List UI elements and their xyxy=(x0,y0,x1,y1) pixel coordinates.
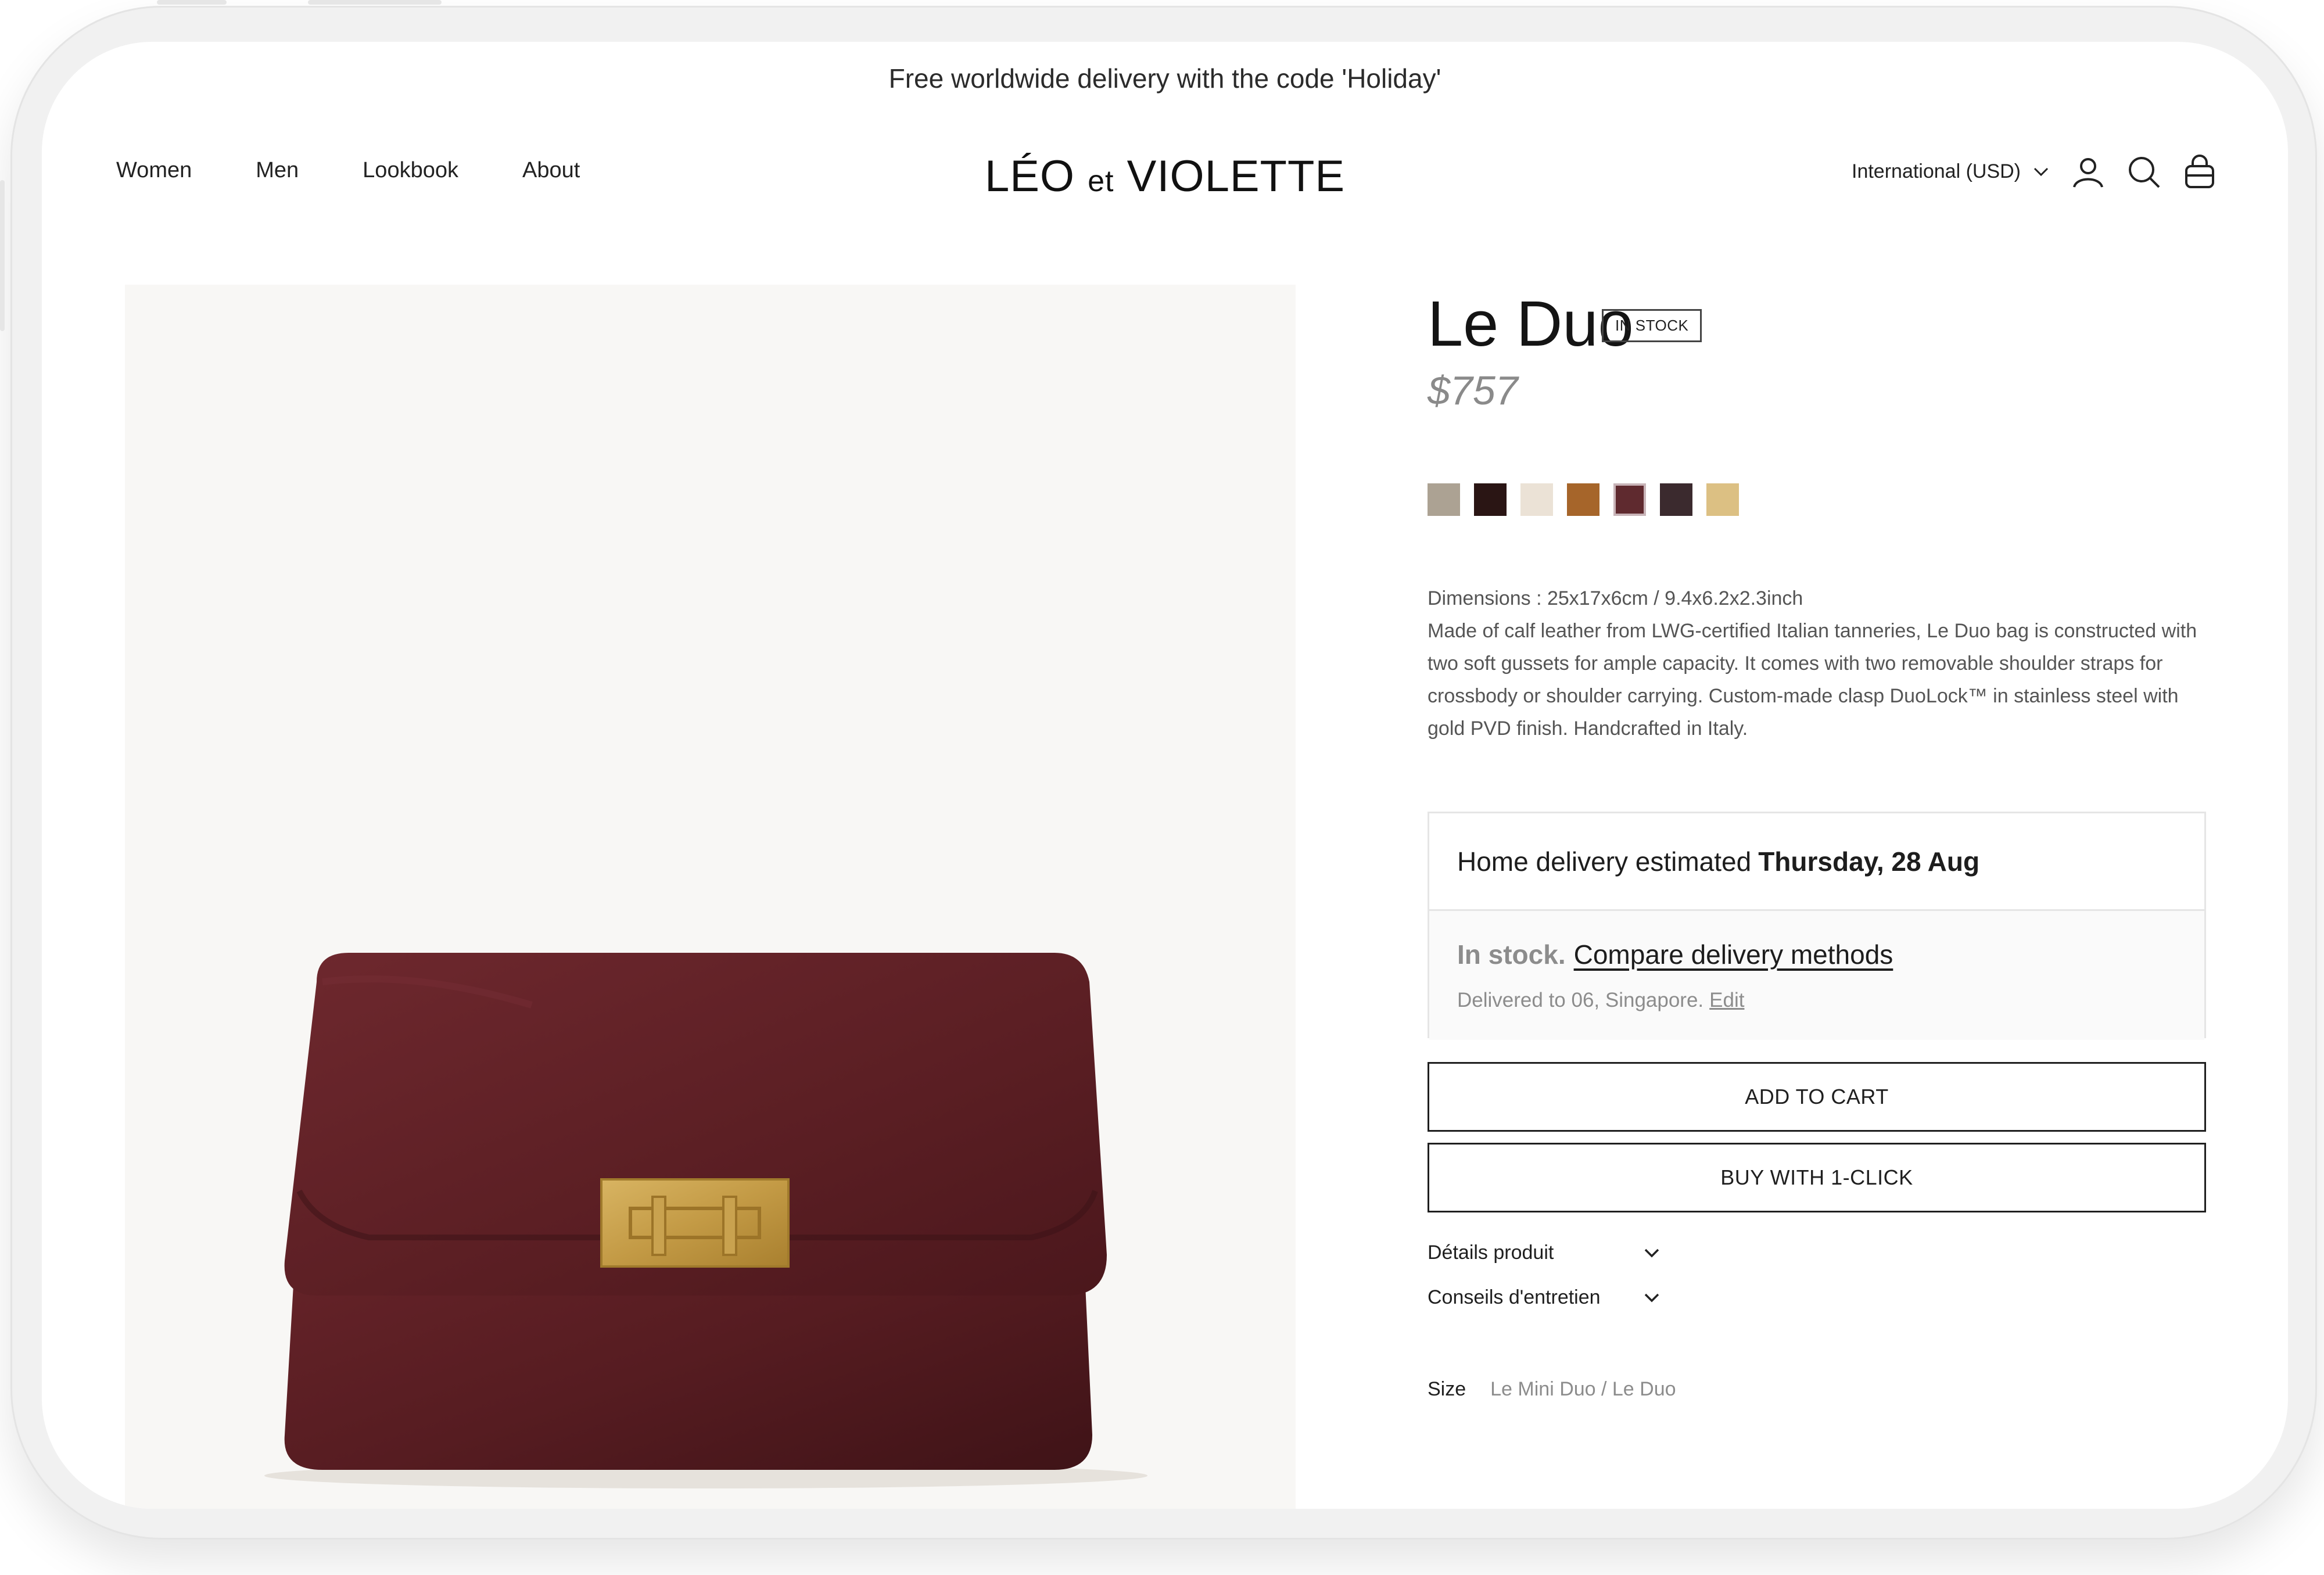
delivery-estimate-prefix: Home delivery estimated xyxy=(1457,846,1752,877)
device-top-button-2 xyxy=(308,0,442,5)
screen: Free worldwide delivery with the code 'H… xyxy=(42,42,2288,1509)
region-label: International (USD) xyxy=(1852,160,2021,182)
logo-part-leo: LÉO xyxy=(984,152,1075,201)
accordion-label: Conseils d'entretien xyxy=(1428,1286,1601,1308)
account-icon[interactable] xyxy=(2070,153,2107,191)
chevron-down-icon xyxy=(1644,1248,1659,1257)
size-selector: Size Le Mini Duo / Le Duo xyxy=(1428,1378,1676,1401)
color-swatch-5[interactable] xyxy=(1613,483,1646,516)
accordion-product-details[interactable]: Détails produit xyxy=(1428,1242,1660,1264)
delivery-estimate-date: Thursday, 28 Aug xyxy=(1758,846,1980,877)
in-stock-label: In stock. xyxy=(1457,939,1566,970)
product-dimensions: Dimensions : 25x17x6cm / 9.4x6.2x2.3inch xyxy=(1428,587,1803,609)
color-swatch-7[interactable] xyxy=(1706,483,1739,516)
bag-illustration xyxy=(264,953,1147,1488)
logo-part-et: et xyxy=(1088,164,1114,198)
chevron-down-icon xyxy=(1644,1293,1659,1302)
accordion-label: Détails produit xyxy=(1428,1242,1554,1264)
accordion-care-tips[interactable]: Conseils d'entretien xyxy=(1428,1286,1660,1309)
color-swatch-3[interactable] xyxy=(1520,483,1553,516)
color-swatch-6[interactable] xyxy=(1660,483,1692,516)
chevron-down-icon xyxy=(2033,167,2049,176)
color-swatch-4[interactable] xyxy=(1567,483,1599,516)
size-label: Size xyxy=(1428,1378,1466,1400)
delivery-stock: In stock. Compare delivery methods Delive… xyxy=(1429,911,2204,1040)
product-price: $757 xyxy=(1428,368,1518,413)
logo-part-violette: VIOLETTE xyxy=(1127,152,1346,201)
size-options[interactable]: Le Mini Duo / Le Duo xyxy=(1490,1378,1676,1400)
delivery-box: Home delivery estimated Thursday, 28 Aug… xyxy=(1428,812,2206,1040)
device-top-button xyxy=(157,0,227,5)
color-swatch-1[interactable] xyxy=(1428,483,1460,516)
announcement-bar: Free worldwide delivery with the code 'H… xyxy=(888,63,1441,94)
add-to-cart-button[interactable]: ADD TO CART xyxy=(1428,1062,2206,1132)
delivery-estimate: Home delivery estimated Thursday, 28 Aug xyxy=(1429,813,2204,911)
color-swatch-2[interactable] xyxy=(1474,483,1507,516)
device-side-button xyxy=(0,180,5,331)
edit-location-link[interactable]: Edit xyxy=(1709,989,1744,1011)
compare-delivery-link[interactable]: Compare delivery methods xyxy=(1574,939,1893,970)
product-image[interactable] xyxy=(125,285,1296,1509)
stock-badge: IN STOCK xyxy=(1602,309,1702,342)
search-icon[interactable] xyxy=(2125,153,2162,191)
color-swatches xyxy=(1428,483,1739,516)
region-selector[interactable]: International (USD) xyxy=(1852,160,2049,183)
product-description: Dimensions : 25x17x6cm / 9.4x6.2x2.3inch… xyxy=(1428,582,2212,745)
cart-icon[interactable] xyxy=(2181,153,2218,191)
delivered-to-text: Delivered to 06, Singapore. xyxy=(1457,989,1704,1011)
buy-1click-button[interactable]: BUY WITH 1-CLICK xyxy=(1428,1143,2206,1212)
product-description-text: Made of calf leather from LWG-certified … xyxy=(1428,620,2197,740)
